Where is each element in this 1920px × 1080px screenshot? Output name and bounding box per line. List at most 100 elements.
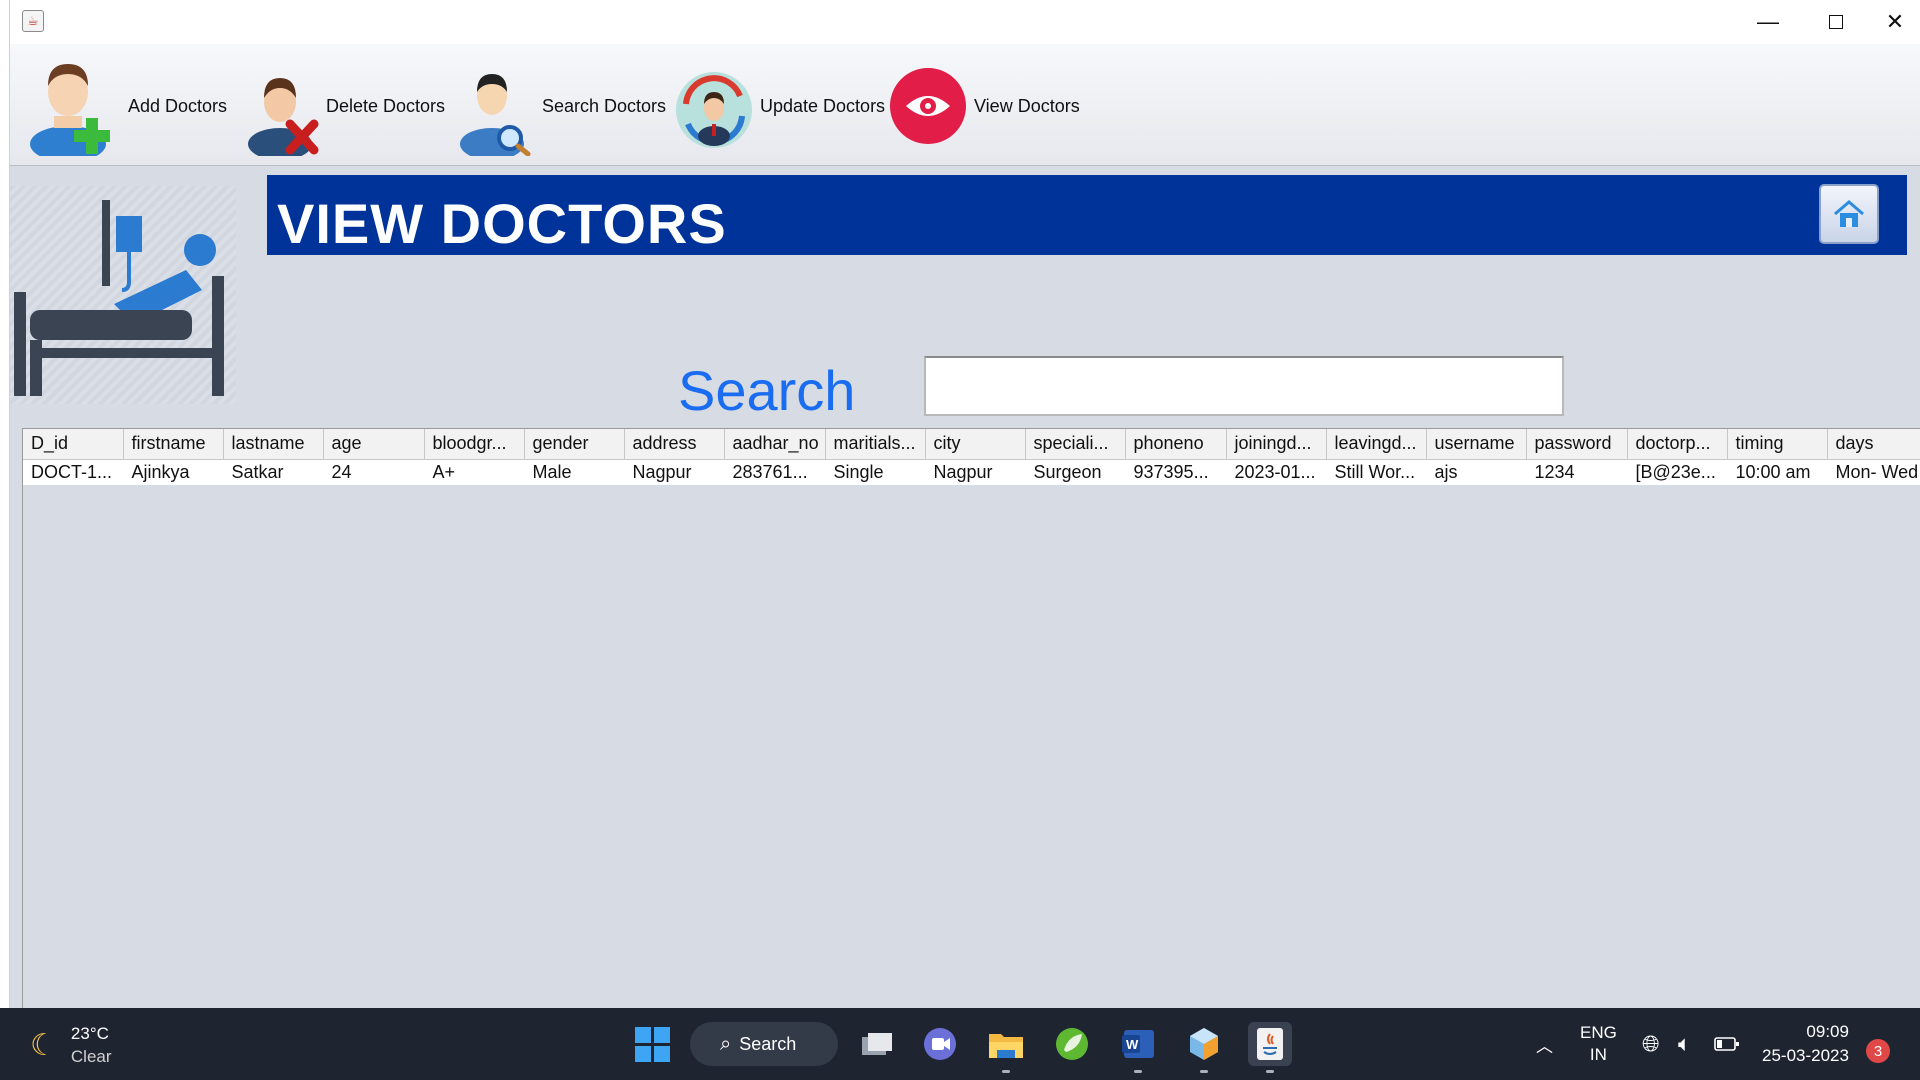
- table-cell[interactable]: Still Wor...: [1326, 459, 1427, 485]
- column-header[interactable]: D_id: [23, 429, 124, 460]
- doctors-table: D_id firstname lastname age bloodgr... g…: [22, 428, 1920, 1008]
- column-header[interactable]: bloodgr...: [424, 429, 525, 460]
- language-code: ENG: [1580, 1023, 1617, 1042]
- search-label: Search: [678, 359, 856, 422]
- table-cell[interactable]: Ajinkya: [123, 459, 224, 485]
- column-header[interactable]: phoneno: [1125, 429, 1227, 460]
- taskbar-search-label: Search: [739, 1033, 797, 1054]
- java-app-icon: ☕: [22, 10, 44, 32]
- column-header[interactable]: address: [624, 429, 725, 460]
- netbeans-icon[interactable]: [1182, 1022, 1226, 1073]
- search-doctor-icon: [460, 56, 536, 160]
- show-hidden-icons-chevron-up-icon[interactable]: ︿: [1536, 1008, 1553, 1080]
- delete-doctor-icon: [246, 56, 320, 160]
- task-view-icon[interactable]: [854, 1022, 898, 1066]
- view-doctor-icon: [888, 56, 968, 156]
- add-doctors-label: Add Doctors: [128, 95, 228, 116]
- clock[interactable]: 09:09 25-03-2023: [1762, 1008, 1849, 1080]
- column-header[interactable]: username: [1426, 429, 1527, 460]
- column-header[interactable]: city: [925, 429, 1026, 460]
- table-cell[interactable]: 2023-01...: [1226, 459, 1327, 485]
- update-doctors-button[interactable]: Update Doctors: [674, 52, 885, 160]
- home-icon: [1834, 200, 1864, 227]
- column-header[interactable]: leavingd...: [1326, 429, 1427, 460]
- table-row[interactable]: DOCT-1... Ajinkya Satkar 24 A+ Male Nagp…: [23, 459, 1920, 485]
- clock-time: 09:09: [1806, 1022, 1849, 1041]
- running-indicator: [1266, 1070, 1274, 1073]
- table-cell[interactable]: DOCT-1...: [23, 459, 124, 485]
- delete-doctors-button[interactable]: Delete Doctors: [246, 52, 445, 160]
- maximize-icon: [1829, 15, 1843, 29]
- search-icon: ⌕: [720, 1032, 732, 1055]
- column-header[interactable]: days: [1827, 429, 1920, 460]
- page-banner: VIEW DOCTORS: [267, 175, 1907, 255]
- moon-icon: ☾: [30, 1028, 57, 1062]
- table-cell[interactable]: 24: [323, 459, 425, 485]
- home-button[interactable]: [1819, 184, 1879, 244]
- running-indicator: [1002, 1070, 1010, 1073]
- maximize-button[interactable]: [1802, 0, 1870, 44]
- table-cell[interactable]: Single: [825, 459, 926, 485]
- running-indicator: [1134, 1070, 1142, 1073]
- speaker-icon[interactable]: 🔈︎: [1678, 1008, 1691, 1080]
- window-left-edge: [0, 0, 10, 1008]
- column-header[interactable]: firstname: [123, 429, 224, 460]
- view-doctors-button[interactable]: View Doctors: [888, 52, 1080, 160]
- toolbar: Add Doctors Delete Doctors Search Doctor…: [10, 44, 1920, 166]
- hospital-bed-icon: [10, 186, 236, 404]
- table-header-row: D_id firstname lastname age bloodgr... g…: [23, 429, 1920, 460]
- region-code: IN: [1589, 1045, 1607, 1064]
- close-button[interactable]: ✕: [1870, 0, 1920, 44]
- table-cell[interactable]: Male: [524, 459, 625, 485]
- page-title: VIEW DOCTORS: [277, 192, 727, 255]
- column-header[interactable]: joiningd...: [1226, 429, 1327, 460]
- minimize-button[interactable]: —: [1734, 0, 1802, 44]
- search-doctors-label: Search Doctors: [542, 95, 667, 116]
- network-globe-icon[interactable]: 🌐︎: [1642, 1008, 1660, 1080]
- notification-badge[interactable]: 3: [1866, 1039, 1890, 1063]
- title-bar: ☕ — ✕: [10, 0, 1920, 44]
- language-indicator[interactable]: ENG IN: [1580, 1008, 1617, 1080]
- taskbar-search[interactable]: ⌕ Search: [690, 1022, 838, 1066]
- table-cell[interactable]: Nagpur: [624, 459, 725, 485]
- app-window: ☕ — ✕ Add Doctors Delete Doctors Search …: [10, 0, 1920, 1008]
- table-cell[interactable]: ajs: [1426, 459, 1527, 485]
- teams-chat-icon[interactable]: [918, 1022, 962, 1066]
- windows-icon: [634, 1026, 670, 1062]
- table-cell[interactable]: Nagpur: [925, 459, 1026, 485]
- table-cell[interactable]: Satkar: [223, 459, 324, 485]
- weather-condition: Clear: [70, 1047, 112, 1066]
- taskbar: ☾ 23°C Clear ⌕ Search W ︿ ENG IN �: [0, 1008, 1920, 1080]
- table-cell[interactable]: 937395...: [1125, 459, 1227, 485]
- column-header[interactable]: timing: [1727, 429, 1828, 460]
- table-cell[interactable]: [B@23e...: [1627, 459, 1728, 485]
- battery-icon[interactable]: [1714, 1008, 1740, 1080]
- file-explorer-icon[interactable]: [984, 1022, 1028, 1073]
- weather-temp: 23°C: [70, 1024, 109, 1043]
- table-cell[interactable]: 10:00 am: [1727, 459, 1828, 485]
- column-header[interactable]: gender: [524, 429, 625, 460]
- java-taskbar-icon[interactable]: [1248, 1022, 1292, 1073]
- update-doctor-icon: [674, 56, 754, 156]
- column-header[interactable]: lastname: [223, 429, 324, 460]
- column-header[interactable]: password: [1526, 429, 1628, 460]
- clock-date: 25-03-2023: [1762, 1046, 1849, 1065]
- column-header[interactable]: aadhar_no: [724, 429, 826, 460]
- column-header[interactable]: doctorp...: [1627, 429, 1728, 460]
- spring-tool-icon[interactable]: [1050, 1022, 1094, 1066]
- table-cell[interactable]: Surgeon: [1025, 459, 1126, 485]
- column-header[interactable]: speciali...: [1025, 429, 1126, 460]
- start-button[interactable]: [630, 1022, 674, 1066]
- table-cell[interactable]: 283761...: [724, 459, 826, 485]
- column-header[interactable]: maritials...: [825, 429, 926, 460]
- weather-widget[interactable]: ☾ 23°C Clear: [30, 1022, 112, 1068]
- table-cell[interactable]: Mon- Wed: [1827, 459, 1920, 485]
- word-icon[interactable]: W: [1116, 1022, 1160, 1073]
- column-header[interactable]: age: [323, 429, 425, 460]
- table-cell[interactable]: A+: [424, 459, 525, 485]
- search-doctors-button[interactable]: Search Doctors: [460, 52, 666, 160]
- add-doctors-button[interactable]: Add Doctors: [26, 52, 228, 162]
- search-input[interactable]: [924, 356, 1564, 416]
- delete-doctors-label: Delete Doctors: [326, 95, 446, 116]
- table-cell[interactable]: 1234: [1526, 459, 1628, 485]
